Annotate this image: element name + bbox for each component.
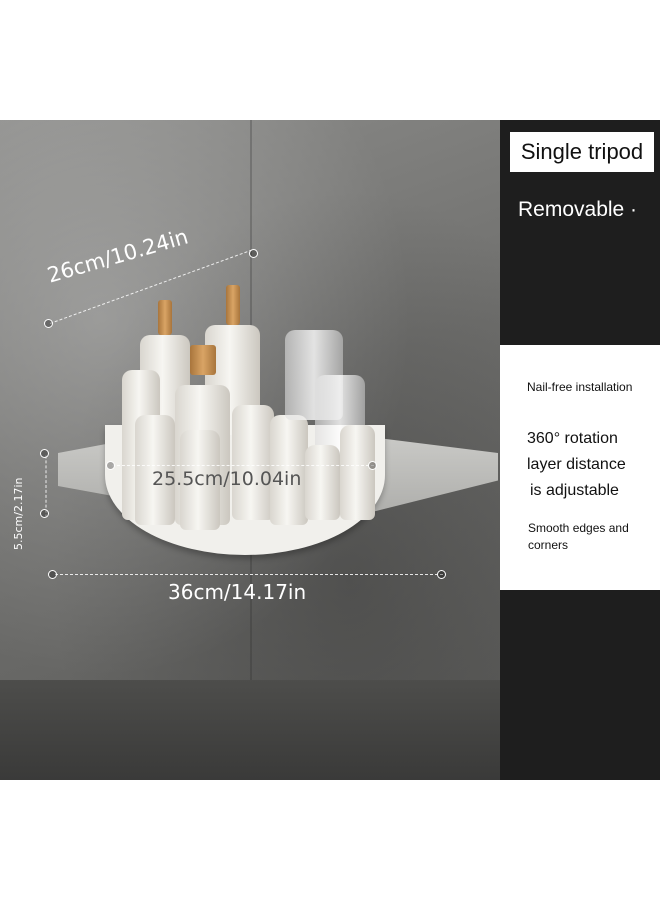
- total-width-start-dot: [48, 570, 57, 579]
- pump-cap-1: [158, 300, 172, 335]
- total-width-dimension-line: [55, 574, 443, 575]
- tray-width-label: 25.5cm/10.04in: [152, 468, 302, 490]
- total-width-label: 36cm/14.17in: [168, 580, 307, 604]
- rotation-line-3: is adjustable: [530, 482, 619, 499]
- smooth-edges-feature: Smooth edges and corners: [528, 520, 650, 554]
- bathroom-photo: 26cm/10.24in 25.5cm/10.04in 5.5cm/2.17in…: [0, 120, 500, 780]
- small-bottle-2: [340, 425, 375, 520]
- depth-dimension-start-dot: [44, 319, 53, 328]
- smooth-line-1: Smooth edges and: [528, 521, 629, 535]
- height-bottom-dot: [40, 509, 49, 518]
- total-width-end-dot: [437, 570, 446, 579]
- height-dimension-label: 5.5cm/2.17in: [12, 477, 25, 550]
- rotation-feature: 360° rotation layer distance is adjustab…: [527, 426, 652, 504]
- product-image: 26cm/10.24in 25.5cm/10.04in 5.5cm/2.17in…: [0, 120, 660, 780]
- rotation-line-2: layer distance: [527, 456, 626, 473]
- pump-cap-2: [226, 285, 240, 325]
- lotion-bottle-3: [232, 405, 274, 520]
- floor-area: [0, 680, 500, 780]
- nail-free-feature: Nail-free installation: [527, 380, 633, 394]
- single-tripod-tag: Single tripod: [510, 132, 654, 172]
- feature-panel-bottom: [500, 590, 660, 780]
- tray-width-end-dot: [368, 461, 377, 470]
- removable-label: Removable ·: [518, 198, 638, 221]
- tray-width-start-dot: [106, 461, 115, 470]
- depth-dimension-label: 26cm/10.24in: [44, 224, 191, 288]
- rotation-line-1: 360° rotation: [527, 430, 618, 447]
- depth-dimension-end-dot: [249, 249, 258, 258]
- height-top-dot: [40, 449, 49, 458]
- smooth-line-2: corners: [528, 538, 569, 552]
- lotion-cap-2: [190, 345, 216, 375]
- small-bottle-1: [305, 445, 340, 520]
- tray-width-dimension-line: [112, 465, 374, 466]
